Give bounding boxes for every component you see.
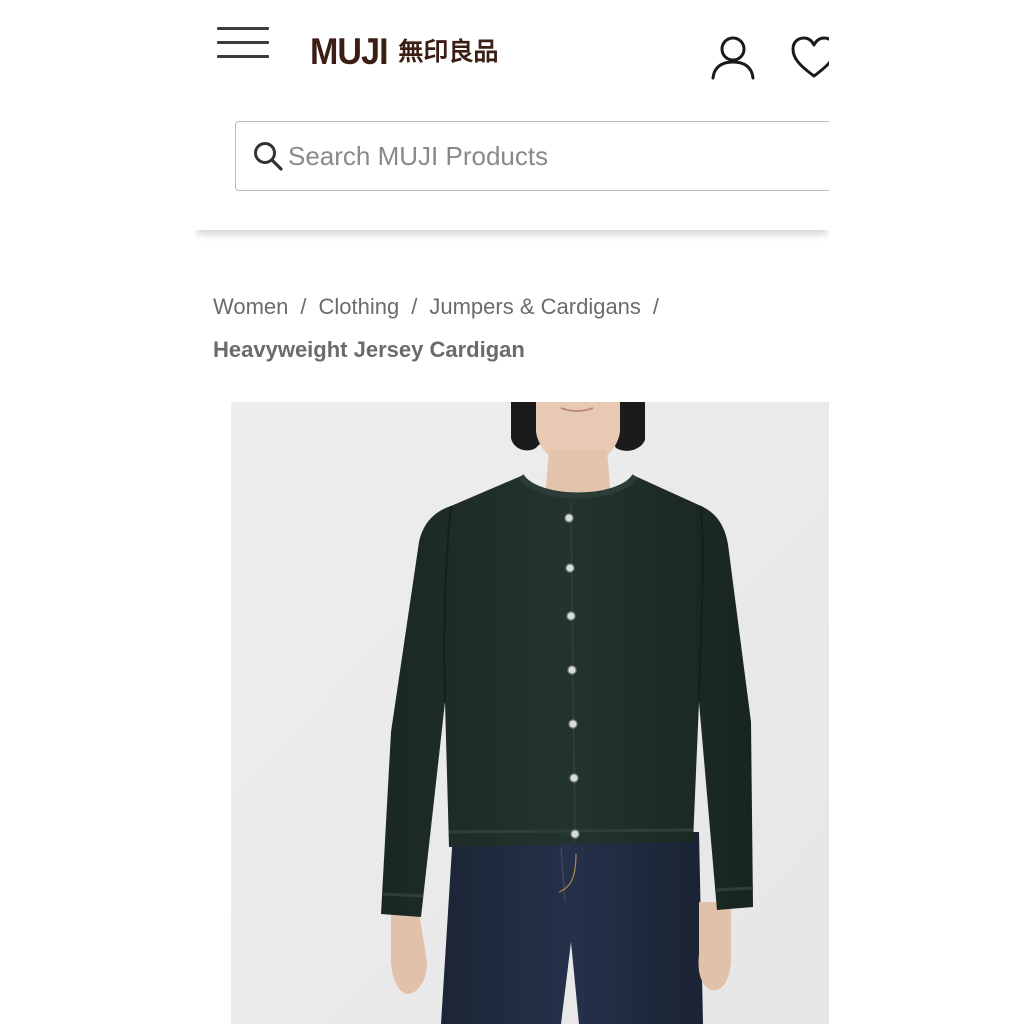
search-bar[interactable] <box>235 121 829 191</box>
menu-button[interactable] <box>217 27 271 61</box>
hamburger-menu-icon <box>217 27 269 30</box>
breadcrumb-current-page: Heavyweight Jersey Cardigan <box>213 337 525 362</box>
product-page: MUJI 無印良品 Women / Clothing / Jumpers & Cardi… <box>195 0 829 1024</box>
breadcrumb: Women / Clothing / Jumpers & Cardigans / <box>213 292 671 322</box>
account-button[interactable] <box>708 34 758 82</box>
logo-latin-text: MUJI <box>310 31 389 72</box>
hamburger-menu-icon-line <box>217 41 269 44</box>
breadcrumb-separator: / <box>652 294 660 319</box>
favorites-button[interactable] <box>789 34 829 82</box>
breadcrumb-separator: / <box>411 294 418 319</box>
product-image[interactable] <box>231 402 829 1024</box>
search-icon <box>254 142 283 171</box>
breadcrumb-link-clothing[interactable]: Clothing <box>319 294 400 319</box>
breadcrumb-link-jumpers-cardigans[interactable]: Jumpers & Cardigans <box>429 294 641 319</box>
breadcrumb-link-women[interactable]: Women <box>213 294 288 319</box>
search-input[interactable] <box>288 140 788 172</box>
product-photo-cardigan <box>231 402 829 1024</box>
user-account-icon <box>711 36 755 80</box>
logo-japanese-text: 無印良品 <box>398 37 499 66</box>
site-header: MUJI 無印良品 <box>195 0 829 230</box>
muji-logo[interactable]: MUJI 無印良品 <box>310 30 498 74</box>
hamburger-menu-icon-line <box>217 55 269 58</box>
heart-icon <box>791 36 829 78</box>
breadcrumb-separator: / <box>300 294 307 319</box>
